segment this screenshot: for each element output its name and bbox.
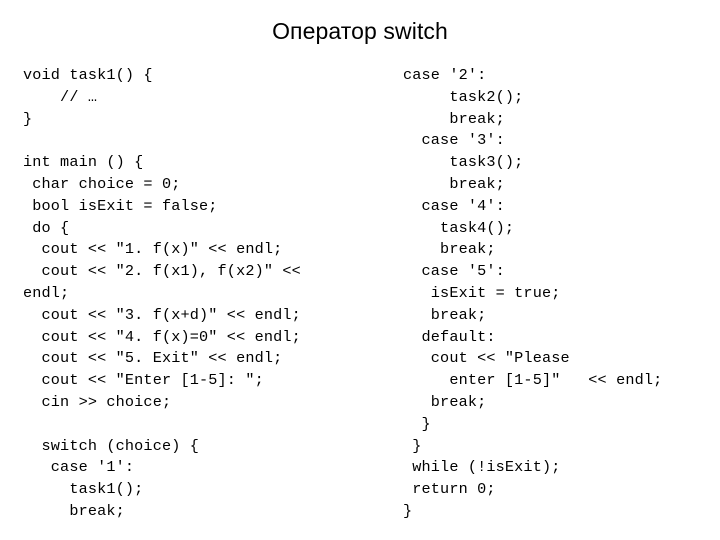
- code-line-right-7: task4();: [403, 218, 515, 237]
- code-line-left-8: cout << "1. f(x)" << endl;: [23, 240, 283, 259]
- code-line-left-9: cout << "2. f(x1), f(x2)" <<: [23, 262, 301, 281]
- code-line-right-12: default:: [403, 327, 496, 346]
- code-line-right-11: break;: [403, 305, 487, 324]
- code-line-right-4: task3();: [403, 153, 524, 172]
- code-line-left-5: char choice = 0;: [23, 174, 181, 193]
- code-line-left-17: switch (choice) {: [23, 436, 200, 455]
- code-line-right-13: cout << "Please: [403, 349, 570, 368]
- code-line-right-0: case '2':: [403, 66, 487, 84]
- code-block-left: void task1() { // …} int main () { char …: [23, 65, 383, 523]
- code-line-left-20: break;: [23, 501, 125, 520]
- code-line-left-0: void task1() {: [23, 66, 153, 84]
- code-line-left-1: // …: [23, 87, 98, 106]
- code-line-left-4: int main () {: [23, 153, 144, 172]
- code-line-right-18: while (!isExit);: [403, 458, 561, 477]
- code-line-right-10: isExit = true;: [403, 283, 561, 302]
- code-line-right-3: case '3':: [403, 131, 505, 150]
- code-line-right-17: }: [403, 436, 422, 455]
- code-line-left-3: [23, 130, 383, 152]
- code-line-left-11: cout << "3. f(x+d)" << endl;: [23, 305, 301, 324]
- code-line-left-18: case '1':: [23, 458, 135, 477]
- code-line-right-19: return 0;: [403, 480, 496, 499]
- code-line-right-14: enter [1-5]" << endl;: [403, 371, 663, 390]
- code-line-right-8: break;: [403, 240, 496, 259]
- code-line-left-16: [23, 414, 383, 436]
- code-line-left-15: cin >> choice;: [23, 392, 172, 411]
- page-title: Оператор switch: [272, 18, 448, 44]
- code-line-left-10: endl;: [23, 283, 70, 302]
- code-line-left-12: cout << "4. f(x)=0" << endl;: [23, 327, 301, 346]
- code-line-left-7: do {: [23, 218, 70, 237]
- code-line-left-14: cout << "Enter [1-5]: ";: [23, 371, 264, 390]
- code-line-right-1: task2();: [403, 87, 524, 106]
- slide-canvas: Оператор switch void task1() { // …} int…: [0, 0, 720, 540]
- code-line-right-20: }: [403, 501, 413, 520]
- code-line-left-6: bool isExit = false;: [23, 196, 218, 215]
- code-line-left-19: task1();: [23, 480, 144, 499]
- code-line-right-5: break;: [403, 174, 505, 193]
- code-block-right: case '2': task2(); break; case '3': task…: [403, 65, 713, 523]
- code-line-right-15: break;: [403, 392, 487, 411]
- code-line-left-2: }: [23, 109, 33, 128]
- code-line-right-2: break;: [403, 109, 505, 128]
- code-line-right-9: case '5':: [403, 262, 505, 281]
- code-line-right-16: }: [403, 414, 431, 433]
- code-line-left-13: cout << "5. Exit" << endl;: [23, 349, 283, 368]
- code-line-right-6: case '4':: [403, 196, 505, 215]
